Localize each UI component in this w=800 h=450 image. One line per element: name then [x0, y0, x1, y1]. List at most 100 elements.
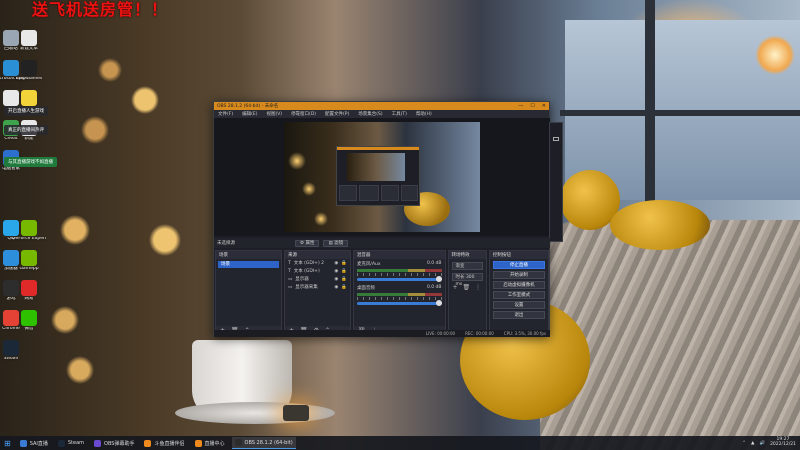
sources-dock: 来源 T 文本 (GDI+) 2 ◉ 🔒 T 文本 (GDI+) ◉ 🔒 ▭ 显示器 ◉ 🔒 ▭ 显示器采… [283, 250, 351, 336]
notification[interactable]: 真正的直播间热评 [4, 125, 48, 135]
desktop-icon[interactable]: 网易 [12, 280, 46, 302]
scene-item[interactable]: 场景 [218, 261, 279, 268]
menu-tools[interactable]: 工具(T) [392, 111, 407, 117]
more-icon[interactable]: ⋮ [475, 284, 481, 291]
taskbar-label: OBS 28.1.2 (64-bit) [244, 439, 293, 446]
studio-mode-button[interactable]: 工作室模式 [492, 291, 545, 299]
source-item[interactable]: T 文本 (GDI+) 2 ◉ 🔒 [285, 259, 350, 267]
obs-menubar: 文件(F) 编辑(E) 视图(V) 停靠窗口(D) 配置文件(P) 场景集合(S… [214, 110, 549, 118]
mixer-title: 混音器 [356, 253, 371, 258]
start-icon[interactable]: ⊞ [4, 439, 11, 448]
menu-help[interactable]: 帮助(H) [416, 111, 432, 117]
meter-ticks [356, 297, 442, 300]
source-toolbar: 未选择源 ⚙ 属性 ▤ 滤镜 [214, 238, 550, 248]
desktop-icon[interactable]: Epic Games [12, 60, 46, 82]
menu-edit[interactable]: 编辑(E) [242, 111, 257, 117]
taskbar: ⊞ SAI直播 Steam OBS弹幕助手 斗鱼直播伴侣 直播中心 OBS 28.1.2 … [0, 436, 800, 450]
start-recording-button[interactable]: 开始录制 [492, 271, 545, 279]
transitions-title: 转场特效 [451, 253, 470, 258]
preview-canvas[interactable] [284, 122, 480, 232]
desktop-icon[interactable]: 新建文本 [12, 30, 46, 52]
virtual-camera-button[interactable]: 启动虚拟摄像机 [492, 281, 545, 289]
taskbar-app-icon [234, 439, 242, 446]
notification[interactable]: 与其直播游戏不如直播 [4, 157, 57, 167]
taskbar-app-icon [94, 439, 102, 447]
exit-button[interactable]: 退出 [492, 311, 545, 319]
window-lamp [755, 35, 795, 75]
desktop-icon[interactable]: GeForce Experience [12, 220, 46, 242]
lock-icon[interactable]: 🔒 [341, 269, 347, 274]
eye-icon[interactable]: ◉ [334, 261, 338, 266]
taskbar-label: OBS弹幕助手 [104, 440, 135, 447]
trash-icon[interactable]: 🗑 [463, 284, 471, 291]
channel-name: 麦克风/Aux [356, 262, 381, 267]
menu-profile[interactable]: 配置文件(P) [325, 111, 349, 117]
transitions-dock: 转场特效 渐变 时长 300 ms + 🗑 ⋮ [447, 250, 487, 336]
source-type-icon: ▭ [287, 284, 293, 290]
chevron-up-icon[interactable]: ⌃ [742, 441, 746, 446]
obs-preview[interactable] [214, 118, 550, 236]
source-item[interactable]: ▭ 显示器 ◉ 🔒 [285, 275, 350, 283]
menu-view[interactable]: 视图(V) [266, 111, 282, 117]
transition-select[interactable]: 渐变 [451, 262, 483, 270]
minimize-icon[interactable]: — [518, 103, 523, 109]
lock-icon[interactable]: 🔒 [341, 285, 347, 290]
app-icon [21, 220, 37, 236]
source-type-icon: ▭ [287, 276, 293, 282]
desktop-icon[interactable]: 微信 [12, 310, 46, 332]
obs-docks: 场景 场景 + 🗑 ⌃ ⌄ 来源 T文本 (GDI+) 2◉🔒T文本 (GDI+… [214, 250, 550, 338]
mixer-channel: 桌面音频 0.0 dB [354, 283, 445, 307]
eye-icon[interactable]: ◉ [334, 269, 338, 274]
source-item[interactable]: T 文本 (GDI+) ◉ 🔒 [285, 267, 350, 275]
properties-button[interactable]: ⚙ 属性 [295, 239, 320, 247]
meter-ticks [356, 273, 442, 276]
eye-icon[interactable]: ◉ [334, 285, 338, 290]
taskbar-item[interactable]: Steam [55, 437, 87, 449]
menu-docks[interactable]: 停靠窗口(D) [291, 111, 316, 117]
clock[interactable]: 19:27 2022/12/21 [770, 437, 796, 448]
volume-slider[interactable] [356, 300, 442, 306]
menu-scene-collection[interactable]: 场景集合(S) [358, 111, 382, 117]
eye-icon[interactable]: ◉ [334, 277, 338, 282]
close-icon[interactable]: ✕ [542, 103, 546, 109]
desktop-icon-label: 网易 [24, 297, 34, 301]
network-icon[interactable]: ▲ [751, 441, 754, 446]
obs-side-panel[interactable] [549, 122, 563, 242]
notification[interactable]: 开启直播人生游戏 [4, 106, 48, 116]
taskbar-item[interactable]: SAI直播 [17, 437, 51, 449]
desktop-icon-label: 电脑管家 [2, 167, 20, 171]
preview-nested-obs [336, 146, 420, 206]
source-label: 显示器采集 [295, 285, 318, 290]
settings-button[interactable]: 设置 [492, 301, 545, 309]
desktop-icon-label: Epic Games [15, 77, 43, 81]
volume-icon[interactable]: 🔊 [759, 441, 765, 446]
lock-icon[interactable]: 🔒 [341, 277, 347, 282]
taskbar-item[interactable]: OBS 28.1.2 (64-bit) [231, 437, 296, 449]
mixer-dock: 混音器 麦克风/Aux0.0 dB 桌面音频0.0 dB ⛓ ⋮ [352, 250, 446, 336]
obs-title: OBS 28.1.2 (64-bit) - 未命名 [217, 104, 279, 109]
transition-duration[interactable]: 时长 300 ms [451, 273, 483, 287]
desktop-icon[interactable]: Steam [0, 340, 28, 362]
sources-title: 来源 [287, 253, 297, 258]
volume-slider[interactable] [356, 276, 442, 282]
teddy-bear-arm [610, 200, 710, 250]
maximize-icon[interactable]: ☐ [530, 103, 534, 109]
app-icon [21, 60, 37, 76]
obs-statusbar: LIVE: 00:00:00 REC: 00:00:00 CPU: 3.5%, … [214, 330, 550, 337]
lock-icon[interactable]: 🔒 [341, 261, 347, 266]
obs-titlebar[interactable]: OBS 28.1.2 (64-bit) - 未命名 — ☐ ✕ [214, 102, 549, 110]
taskbar-item[interactable]: 斗鱼直播伴侣 [141, 437, 187, 449]
menu-file[interactable]: 文件(F) [218, 111, 233, 117]
taskbar-app-icon [57, 439, 65, 447]
taskbar-item[interactable]: 直播中心 [192, 437, 228, 449]
share-icon[interactable] [553, 137, 559, 141]
desktop-icon-label: 新建文本 [20, 47, 38, 51]
obs-window[interactable]: OBS 28.1.2 (64-bit) - 未命名 — ☐ ✕ 文件(F) 编辑… [213, 101, 563, 338]
desktop-icon[interactable]: Gamepp [12, 250, 46, 272]
preview-bokeh [288, 152, 306, 170]
source-item[interactable]: ▭ 显示器采集 ◉ 🔒 [285, 283, 350, 291]
taskbar-item[interactable]: OBS弹幕助手 [91, 437, 137, 449]
stop-streaming-button[interactable]: 停止直播 [492, 261, 545, 269]
filters-button[interactable]: ▤ 滤镜 [323, 239, 349, 247]
add-icon[interactable]: + [453, 284, 458, 291]
